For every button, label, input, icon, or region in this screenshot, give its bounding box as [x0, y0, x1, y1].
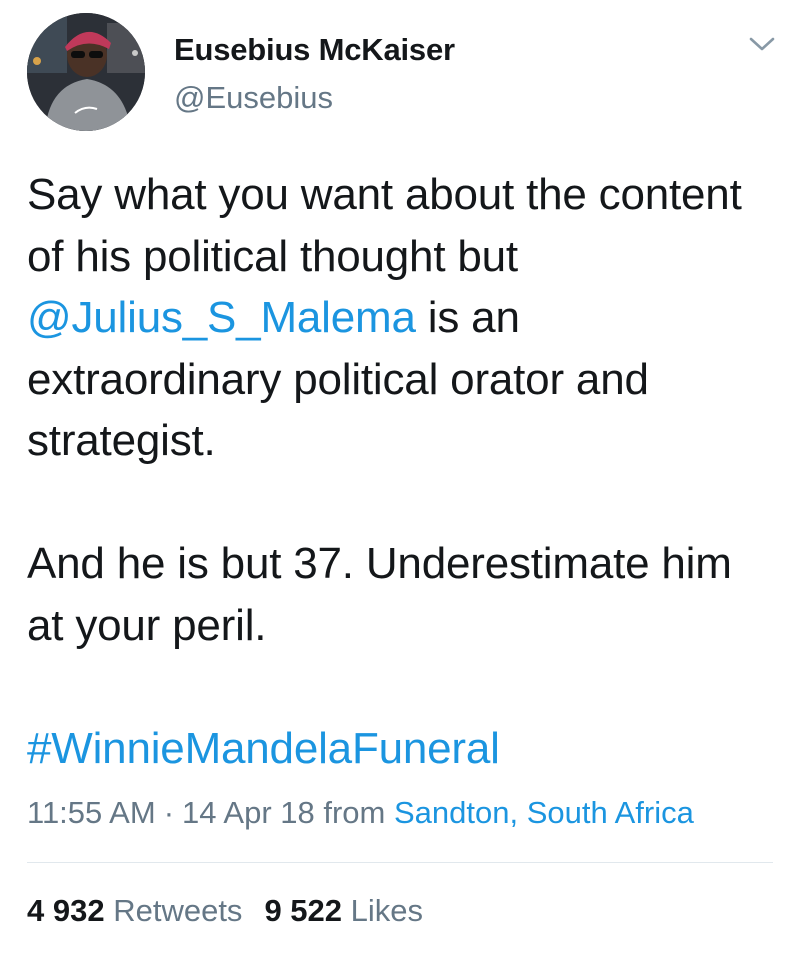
likes-label: Likes: [350, 893, 424, 928]
location-link[interactable]: Sandton, South Africa: [394, 795, 694, 830]
tweet-stats: 4 932 Retweets 9 522 Likes: [27, 893, 423, 929]
mention-link[interactable]: @Julius_S_Malema: [27, 293, 416, 342]
avatar-image: [27, 13, 145, 131]
tweet-paragraph-3: #WinnieMandelaFuneral: [27, 718, 777, 780]
divider: [27, 862, 773, 863]
tweet-date[interactable]: 14 Apr 18: [182, 795, 315, 830]
meta-separator: ·: [163, 795, 175, 830]
tweet-card: Eusebius McKaiser @Eusebius Say what you…: [0, 0, 797, 960]
author-handle[interactable]: @Eusebius: [174, 80, 333, 116]
retweets-stat[interactable]: 4 932 Retweets: [27, 893, 242, 928]
likes-stat[interactable]: 9 522 Likes: [264, 893, 423, 928]
from-label: from: [323, 795, 386, 830]
tweet-text-part: Say what you want about the content of h…: [27, 170, 742, 281]
retweets-count: 4 932: [27, 893, 105, 928]
likes-count: 9 522: [264, 893, 343, 928]
tweet-time[interactable]: 11:55 AM: [27, 795, 156, 830]
tweet-paragraph-2: And he is but 37. Underestimate him at y…: [27, 539, 732, 650]
tweet-meta: 11:55 AM · 14 Apr 18 from Sandton, South A…: [27, 795, 694, 831]
retweets-label: Retweets: [113, 893, 243, 928]
author-display-name[interactable]: Eusebius McKaiser: [174, 32, 455, 68]
tweet-paragraph-1: Say what you want about the content of h…: [27, 164, 777, 472]
chevron-down-icon[interactable]: [748, 34, 776, 54]
tweet-text: Say what you want about the content of h…: [27, 164, 777, 779]
avatar[interactable]: [27, 13, 145, 131]
hashtag-link[interactable]: #WinnieMandelaFuneral: [27, 724, 500, 773]
